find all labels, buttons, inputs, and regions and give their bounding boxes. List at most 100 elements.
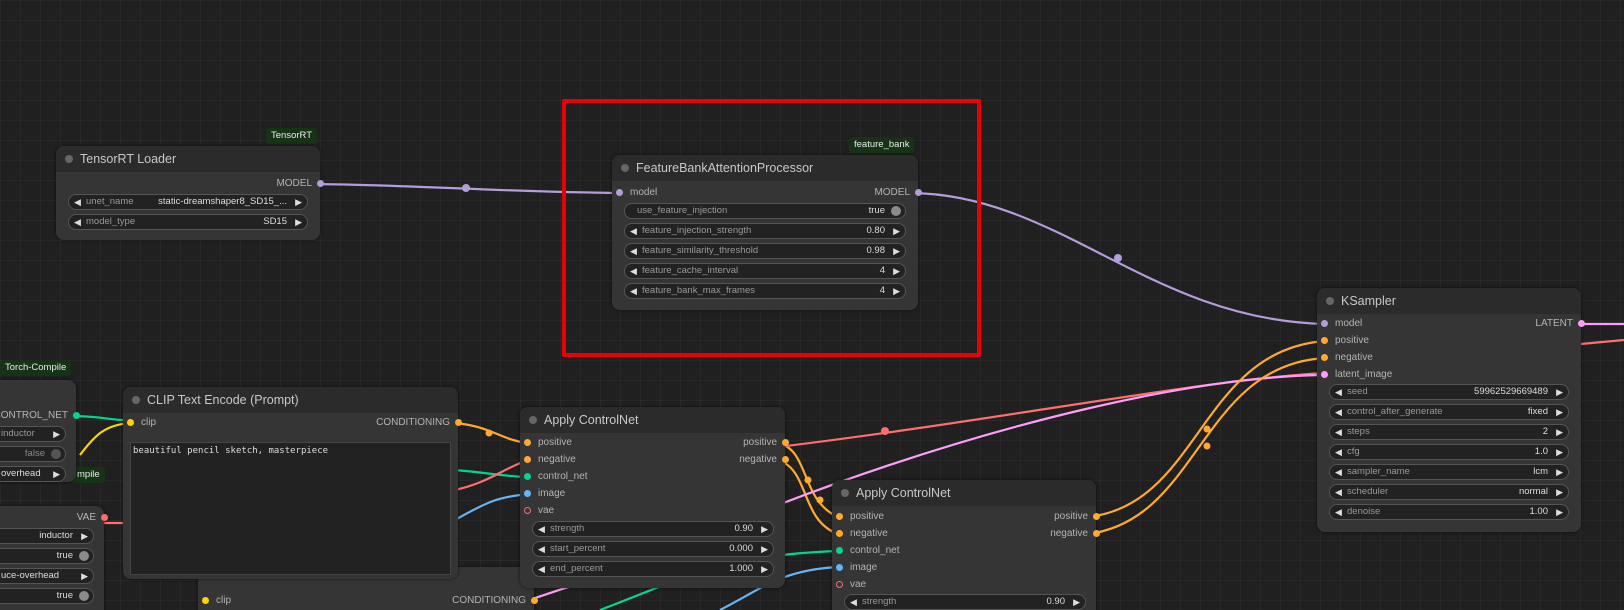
- port-dot-icon[interactable]: [101, 514, 108, 521]
- port-dot-icon[interactable]: [524, 507, 531, 514]
- output-negative[interactable]: negative: [978, 526, 1100, 542]
- collapse-dot-icon[interactable]: [132, 396, 140, 404]
- left-arrow-icon[interactable]: ◀: [1335, 465, 1342, 479]
- right-arrow-icon[interactable]: ▶: [1556, 505, 1563, 519]
- port-dot-icon[interactable]: [1321, 337, 1328, 344]
- node-clip-text-encode[interactable]: CLIP Text Encode (Prompt) clip CONDITION…: [123, 387, 462, 579]
- left-arrow-icon[interactable]: ◀: [74, 215, 81, 229]
- port-dot-icon[interactable]: [782, 439, 789, 446]
- node-ksampler[interactable]: KSampler model LATENT positive negative …: [1317, 288, 1585, 532]
- combo-mode[interactable]: overhead ▶: [0, 466, 66, 482]
- node-apply-controlnet-1[interactable]: Apply ControlNet positive positive negat…: [520, 407, 789, 588]
- left-arrow-icon[interactable]: ◀: [538, 562, 545, 576]
- node-tensorrt-loader[interactable]: TensorRT Loader MODEL ◀ unet_name static-d…: [56, 146, 324, 240]
- combo-sampler-name[interactable]: ◀ sampler_name lcm ▶: [1329, 464, 1569, 480]
- input-negative[interactable]: negative: [836, 526, 960, 542]
- slider-start-percent[interactable]: ◀ start_percent 0.000 ▶: [532, 541, 774, 557]
- right-arrow-icon[interactable]: ▶: [761, 562, 768, 576]
- number-cfg[interactable]: ◀ cfg 1.0 ▶: [1329, 444, 1569, 460]
- left-arrow-icon[interactable]: ◀: [1335, 485, 1342, 499]
- node-title[interactable]: Apply ControlNet: [520, 407, 785, 433]
- left-arrow-icon[interactable]: ◀: [538, 542, 545, 556]
- left-arrow-icon[interactable]: ◀: [1335, 385, 1342, 399]
- right-arrow-icon[interactable]: ▶: [295, 215, 302, 229]
- input-image[interactable]: image: [524, 486, 648, 502]
- input-control-net[interactable]: control_net: [524, 469, 648, 485]
- combo-unet-name[interactable]: ◀ unet_name static-dreamshaper8_SD15_... ▶: [68, 194, 308, 210]
- right-arrow-icon[interactable]: ▶: [1556, 425, 1563, 439]
- port-dot-icon[interactable]: [1578, 320, 1585, 327]
- input-latent-image[interactable]: latent_image: [1321, 367, 1455, 383]
- right-arrow-icon[interactable]: ▶: [53, 467, 60, 481]
- right-arrow-icon[interactable]: ▶: [53, 427, 60, 441]
- left-arrow-icon[interactable]: ◀: [538, 522, 545, 536]
- output-positive[interactable]: positive: [978, 509, 1100, 525]
- left-arrow-icon[interactable]: ◀: [1335, 445, 1342, 459]
- port-dot-icon[interactable]: [524, 456, 531, 463]
- port-dot-icon[interactable]: [455, 419, 462, 426]
- port-dot-icon[interactable]: [836, 564, 843, 571]
- output-positive[interactable]: positive: [667, 435, 789, 451]
- right-arrow-icon[interactable]: ▶: [761, 542, 768, 556]
- left-arrow-icon[interactable]: ◀: [850, 595, 857, 609]
- prompt-textarea[interactable]: beautiful pencil sketch, masterpiece: [130, 442, 451, 575]
- slider-end-percent[interactable]: ◀ end_percent 1.000 ▶: [532, 561, 774, 577]
- combo-control-after-generate[interactable]: ◀ control_after_generate fixed ▶: [1329, 404, 1569, 420]
- port-dot-icon[interactable]: [317, 180, 324, 187]
- node-title[interactable]: TensorRT Loader: [56, 146, 320, 172]
- right-arrow-icon[interactable]: ▶: [1556, 445, 1563, 459]
- node-left-partial[interactable]: CONTROL_NET inductor ▶ false overhead ▶: [0, 380, 80, 482]
- node-title[interactable]: CLIP Text Encode (Prompt): [123, 387, 458, 413]
- output-conditioning[interactable]: CONDITIONING: [290, 415, 462, 431]
- node-title[interactable]: Apply ControlNet: [832, 480, 1096, 506]
- collapse-dot-icon[interactable]: [65, 155, 73, 163]
- port-dot-icon[interactable]: [531, 597, 538, 604]
- right-arrow-icon[interactable]: ▶: [761, 522, 768, 536]
- toggle-dynamic[interactable]: true: [0, 588, 94, 604]
- port-dot-icon[interactable]: [1321, 320, 1328, 327]
- combo-scheduler[interactable]: ◀ scheduler normal ▶: [1329, 484, 1569, 500]
- toggle-fullgraph[interactable]: false: [0, 446, 66, 462]
- right-arrow-icon[interactable]: ▶: [81, 569, 88, 583]
- left-arrow-icon[interactable]: ◀: [1335, 425, 1342, 439]
- node-left-partial-2[interactable]: VAE inductor ▶ true uce-overhead ▶ true: [0, 506, 108, 610]
- output-negative[interactable]: negative: [667, 452, 789, 468]
- output-latent[interactable]: LATENT: [1453, 316, 1585, 332]
- node-apply-controlnet-2[interactable]: Apply ControlNet positive positive negat…: [832, 480, 1100, 610]
- toggle-knob-icon[interactable]: [51, 449, 61, 459]
- slider-strength[interactable]: ◀ strength 0.90 ▶: [532, 521, 774, 537]
- input-image[interactable]: image: [836, 560, 960, 576]
- output-model[interactable]: MODEL: [192, 176, 324, 192]
- output-conditioning[interactable]: CONDITIONING: [366, 593, 538, 609]
- right-arrow-icon[interactable]: ▶: [1556, 465, 1563, 479]
- port-dot-icon[interactable]: [202, 597, 209, 604]
- port-dot-icon[interactable]: [524, 473, 531, 480]
- combo-model-type[interactable]: ◀ model_type SD15 ▶: [68, 214, 308, 230]
- right-arrow-icon[interactable]: ▶: [81, 529, 88, 543]
- collapse-dot-icon[interactable]: [1326, 297, 1334, 305]
- port-dot-icon[interactable]: [1321, 371, 1328, 378]
- input-negative[interactable]: negative: [1321, 350, 1455, 366]
- node-title[interactable]: KSampler: [1317, 288, 1581, 314]
- right-arrow-icon[interactable]: ▶: [295, 195, 302, 209]
- port-dot-icon[interactable]: [524, 439, 531, 446]
- input-model[interactable]: model: [1321, 316, 1455, 332]
- left-arrow-icon[interactable]: ◀: [74, 195, 81, 209]
- port-dot-icon[interactable]: [836, 530, 843, 537]
- left-arrow-icon[interactable]: ◀: [1335, 505, 1342, 519]
- combo-backend[interactable]: inductor ▶: [0, 426, 66, 442]
- output-vae[interactable]: VAE: [0, 510, 108, 526]
- slider-denoise[interactable]: ◀ denoise 1.00 ▶: [1329, 504, 1569, 520]
- port-dot-icon[interactable]: [836, 581, 843, 588]
- port-dot-icon[interactable]: [836, 547, 843, 554]
- output-control-net[interactable]: CONTROL_NET: [0, 408, 80, 424]
- input-positive[interactable]: positive: [524, 435, 648, 451]
- collapse-dot-icon[interactable]: [529, 416, 537, 424]
- port-dot-icon[interactable]: [1093, 513, 1100, 520]
- port-dot-icon[interactable]: [836, 513, 843, 520]
- input-vae[interactable]: vae: [836, 577, 960, 593]
- right-arrow-icon[interactable]: ▶: [1556, 405, 1563, 419]
- port-dot-icon[interactable]: [1321, 354, 1328, 361]
- port-dot-icon[interactable]: [73, 412, 80, 419]
- number-steps[interactable]: ◀ steps 2 ▶: [1329, 424, 1569, 440]
